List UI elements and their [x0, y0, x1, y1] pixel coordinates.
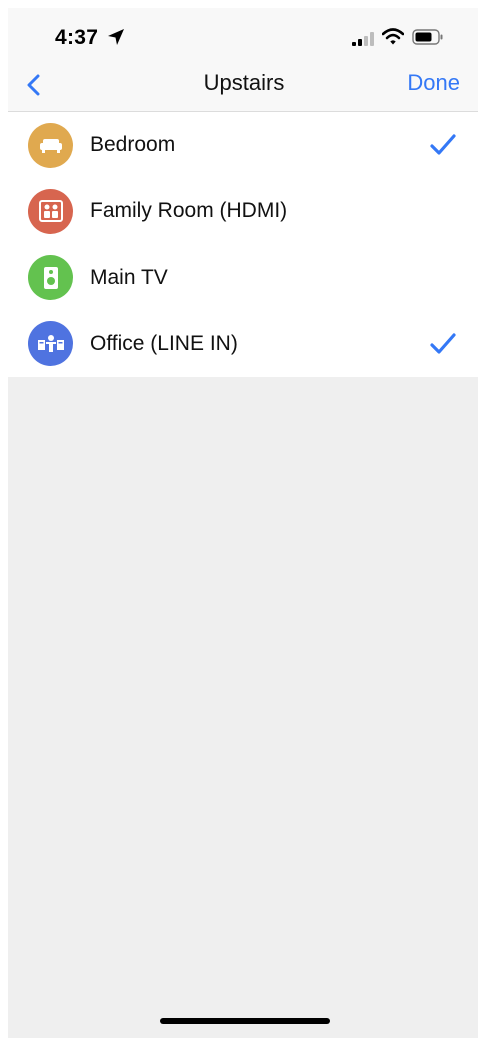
tv-furniture-icon — [28, 188, 73, 234]
room-label: Family Room (HDMI) — [90, 199, 288, 223]
room-row-office[interactable]: Office (LINE IN) — [8, 311, 478, 377]
header-bar: 4:37 Upstairs Done — [8, 8, 478, 112]
home-indicator[interactable] — [160, 1018, 330, 1024]
room-list: Bedroom Family Room (HDMI) Main TV Offic… — [8, 112, 478, 377]
room-row-family-room[interactable]: Family Room (HDMI) — [8, 178, 478, 244]
room-label: Main TV — [90, 265, 168, 289]
battery-icon — [412, 29, 443, 45]
couch-icon — [28, 122, 73, 168]
wifi-icon — [382, 28, 404, 45]
speaker-icon — [28, 255, 73, 301]
room-label: Office (LINE IN) — [90, 331, 238, 355]
chevron-left-icon — [27, 74, 40, 96]
phone-screen: 4:37 Upstairs Done Bedroom Family Room (… — [8, 8, 478, 1038]
room-label: Bedroom — [90, 133, 176, 157]
back-button[interactable] — [18, 70, 48, 100]
done-button[interactable]: Done — [407, 70, 460, 96]
desk-icon — [28, 321, 73, 367]
checkmark-icon — [430, 134, 456, 155]
checkmark-icon — [430, 333, 456, 354]
status-time: 4:37 — [55, 26, 99, 49]
signal-icon — [352, 32, 374, 46]
room-row-bedroom[interactable]: Bedroom — [8, 112, 478, 178]
location-arrow-icon — [108, 29, 124, 45]
room-row-main-tv[interactable]: Main TV — [8, 245, 478, 311]
